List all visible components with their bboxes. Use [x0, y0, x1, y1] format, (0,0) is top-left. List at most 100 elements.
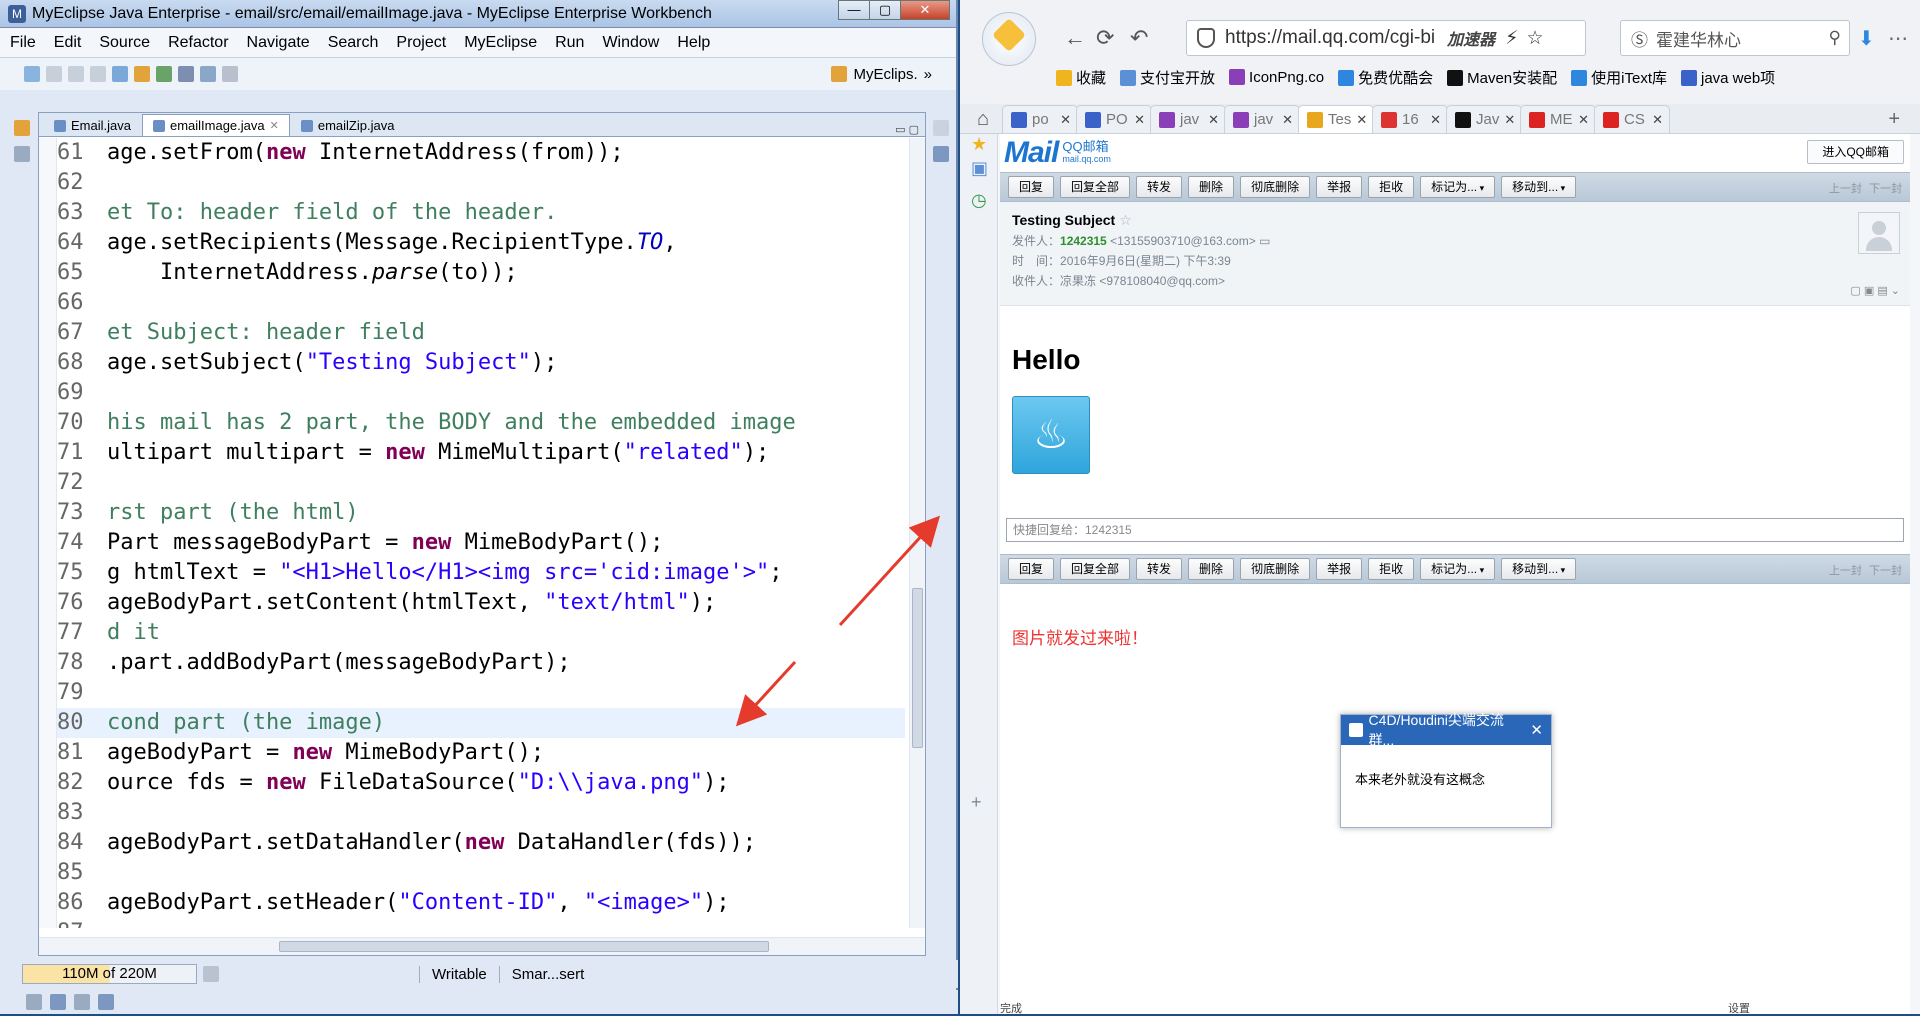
minimize-button[interactable]: — [838, 0, 870, 20]
code-line[interactable]: 67 et Subject: header field [57, 318, 905, 348]
code-line[interactable]: 87 [57, 918, 905, 928]
bookmark-item[interactable]: Maven安装配 [1447, 67, 1557, 88]
close-tab-icon[interactable]: ✕ [270, 119, 279, 132]
mail-action-button[interactable]: 转发 [1136, 558, 1183, 580]
code-line[interactable]: 68 age.setSubject("Testing Subject"); [57, 348, 905, 378]
search-view-icon[interactable] [98, 994, 114, 1010]
deploy-icon[interactable] [112, 66, 128, 82]
popup-close-icon[interactable]: ✕ [1530, 721, 1543, 739]
code-line[interactable]: 63 et To: header field of the header. [57, 198, 905, 228]
history-clock-icon[interactable]: ◷ [971, 190, 987, 211]
search-icon[interactable] [178, 66, 194, 82]
outline-search-icon[interactable] [933, 146, 949, 162]
bookmark-item[interactable]: 支付宝开放 [1120, 67, 1215, 88]
enter-qq-mail-button[interactable]: 进入QQ邮箱 [1807, 140, 1904, 164]
contact-card-icon[interactable]: ▭ [1259, 234, 1270, 248]
save-icon[interactable] [46, 66, 62, 82]
mail-action-button[interactable]: 拒收 [1368, 558, 1415, 580]
mail-action-button[interactable]: 标记为... [1420, 558, 1496, 580]
search-engine-icon[interactable]: Ⓢ [1631, 26, 1648, 51]
menu-window[interactable]: Window [602, 34, 659, 52]
browser-tab[interactable]: jav ✕ [1224, 105, 1300, 133]
download-icon[interactable]: ⬇ [1858, 26, 1875, 51]
code-line[interactable]: 80 cond part (the image) [57, 708, 905, 738]
print-icon[interactable] [90, 66, 106, 82]
mail-action-button[interactable]: 回复 [1008, 558, 1055, 580]
menu-project[interactable]: Project [396, 34, 446, 52]
trash-icon[interactable] [203, 966, 219, 982]
code-line[interactable]: 61 age.setFrom(new InternetAddress(from))… [57, 138, 905, 168]
new-tab-icon[interactable]: + [1888, 108, 1900, 131]
mail-action-button[interactable]: 删除 [1188, 176, 1235, 198]
search-box[interactable]: Ⓢ 霍建华林心 ⚲ [1620, 20, 1850, 56]
sender-name[interactable]: 1242315 [1060, 234, 1107, 248]
maximize-button[interactable]: ▢ [869, 0, 901, 20]
open-type-icon[interactable] [156, 66, 172, 82]
menu-help[interactable]: Help [677, 34, 710, 52]
code-line[interactable]: 84 ageBodyPart.setDataHandler(new DataHan… [57, 828, 905, 858]
code-area[interactable]: 61 age.setFrom(new InternetAddress(from))… [57, 138, 905, 928]
mail-action-button[interactable]: 标记为... [1420, 176, 1496, 198]
tab-close-icon[interactable]: ✕ [1430, 112, 1441, 128]
lightning-icon[interactable]: ⚡ [1505, 27, 1518, 50]
sender-avatar[interactable] [1858, 212, 1900, 254]
menu-myeclipse[interactable]: MyEclipse [464, 34, 537, 52]
mail-action-button[interactable]: 举报 [1316, 176, 1363, 198]
undo-icon[interactable]: ↶ [1130, 25, 1148, 51]
code-line[interactable]: 70 his mail has 2 part, the BODY and the … [57, 408, 905, 438]
code-line[interactable]: 71 ultipart multipart = new MimeMultipart… [57, 438, 905, 468]
servers-icon[interactable] [74, 994, 90, 1010]
code-line[interactable]: 75 g htmlText = "<H1>Hello</H1><img src='… [57, 558, 905, 588]
code-line[interactable]: 77 d it [57, 618, 905, 648]
mail-action-button[interactable]: 拒收 [1368, 176, 1415, 198]
mail-view-icons[interactable]: ▢ ▣ ▤ ⌄ [1850, 284, 1900, 297]
vertical-scrollbar[interactable] [909, 138, 925, 928]
browser-tab[interactable]: 16 ✕ [1372, 105, 1448, 133]
bookmark-item[interactable]: 使用iText库 [1571, 67, 1667, 88]
save-all-icon[interactable] [68, 66, 84, 82]
browser-tab[interactable]: Jav ✕ [1446, 105, 1522, 133]
close-button[interactable]: ✕ [900, 0, 950, 20]
editor-tab[interactable]: Email.java [43, 114, 142, 136]
mail-action-button[interactable]: 彻底删除 [1240, 558, 1311, 580]
browser-tab[interactable]: jav ✕ [1150, 105, 1226, 133]
menu-navigate[interactable]: Navigate [247, 34, 310, 52]
mail-action-button[interactable]: 回复 [1008, 176, 1055, 198]
back-icon[interactable]: ← [1064, 25, 1086, 51]
browser-logo[interactable] [982, 12, 1036, 66]
code-line[interactable]: 66 [57, 288, 905, 318]
editor-minmax-icon[interactable]: ▭ ▢ [895, 123, 919, 136]
qq-mail-logo[interactable]: Mail [1004, 136, 1059, 170]
code-line[interactable]: 74 Part messageBodyPart = new MimeBodyPar… [57, 528, 905, 558]
mail-action-button[interactable]: 移动到... [1501, 176, 1577, 198]
code-line[interactable]: 85 [57, 858, 905, 888]
mail-action-button[interactable]: 回复全部 [1060, 176, 1131, 198]
mail-pager[interactable]: 上一封 下一封 [1829, 180, 1902, 196]
menu-edit[interactable]: Edit [54, 34, 82, 52]
bookmark-item[interactable]: java web项 [1680, 67, 1775, 88]
bookmark-item[interactable]: 收藏 [1056, 67, 1106, 88]
tab-close-icon[interactable]: ✕ [1578, 112, 1589, 128]
quick-reply-input[interactable]: 快捷回复给：1242315 [1006, 518, 1904, 542]
code-line[interactable]: 79 [57, 678, 905, 708]
notes-icon[interactable]: ▣ [971, 158, 988, 179]
code-line[interactable]: 76 ageBodyPart.setContent(htmlText, "text… [57, 588, 905, 618]
tab-close-icon[interactable]: ✕ [1060, 112, 1071, 128]
horizontal-scrollbar[interactable] [39, 937, 925, 955]
add-sidebar-icon[interactable]: + [971, 792, 982, 813]
browser-tab[interactable]: PO ✕ [1076, 105, 1152, 133]
web-browser-icon[interactable] [200, 66, 216, 82]
menu-refactor[interactable]: Refactor [168, 34, 228, 52]
mail-action-button[interactable]: 回复全部 [1060, 558, 1131, 580]
console-icon[interactable] [26, 994, 42, 1010]
browser-tab[interactable]: Tes ✕ [1298, 105, 1374, 133]
bookmark-item[interactable]: IconPng.co [1229, 68, 1324, 86]
menu-icon[interactable]: ⋯ [1888, 26, 1908, 51]
code-line[interactable]: 73 rst part (the html) [57, 498, 905, 528]
restore-view-icon[interactable] [933, 120, 949, 136]
code-line[interactable]: 78 .part.addBodyPart(messageBodyPart); [57, 648, 905, 678]
mail-action-button[interactable]: 彻底删除 [1240, 176, 1311, 198]
favorites-star-icon[interactable]: ★ [971, 134, 987, 155]
code-line[interactable]: 64 age.setRecipients(Message.RecipientTyp… [57, 228, 905, 258]
star-icon[interactable]: ☆ [1119, 212, 1132, 228]
